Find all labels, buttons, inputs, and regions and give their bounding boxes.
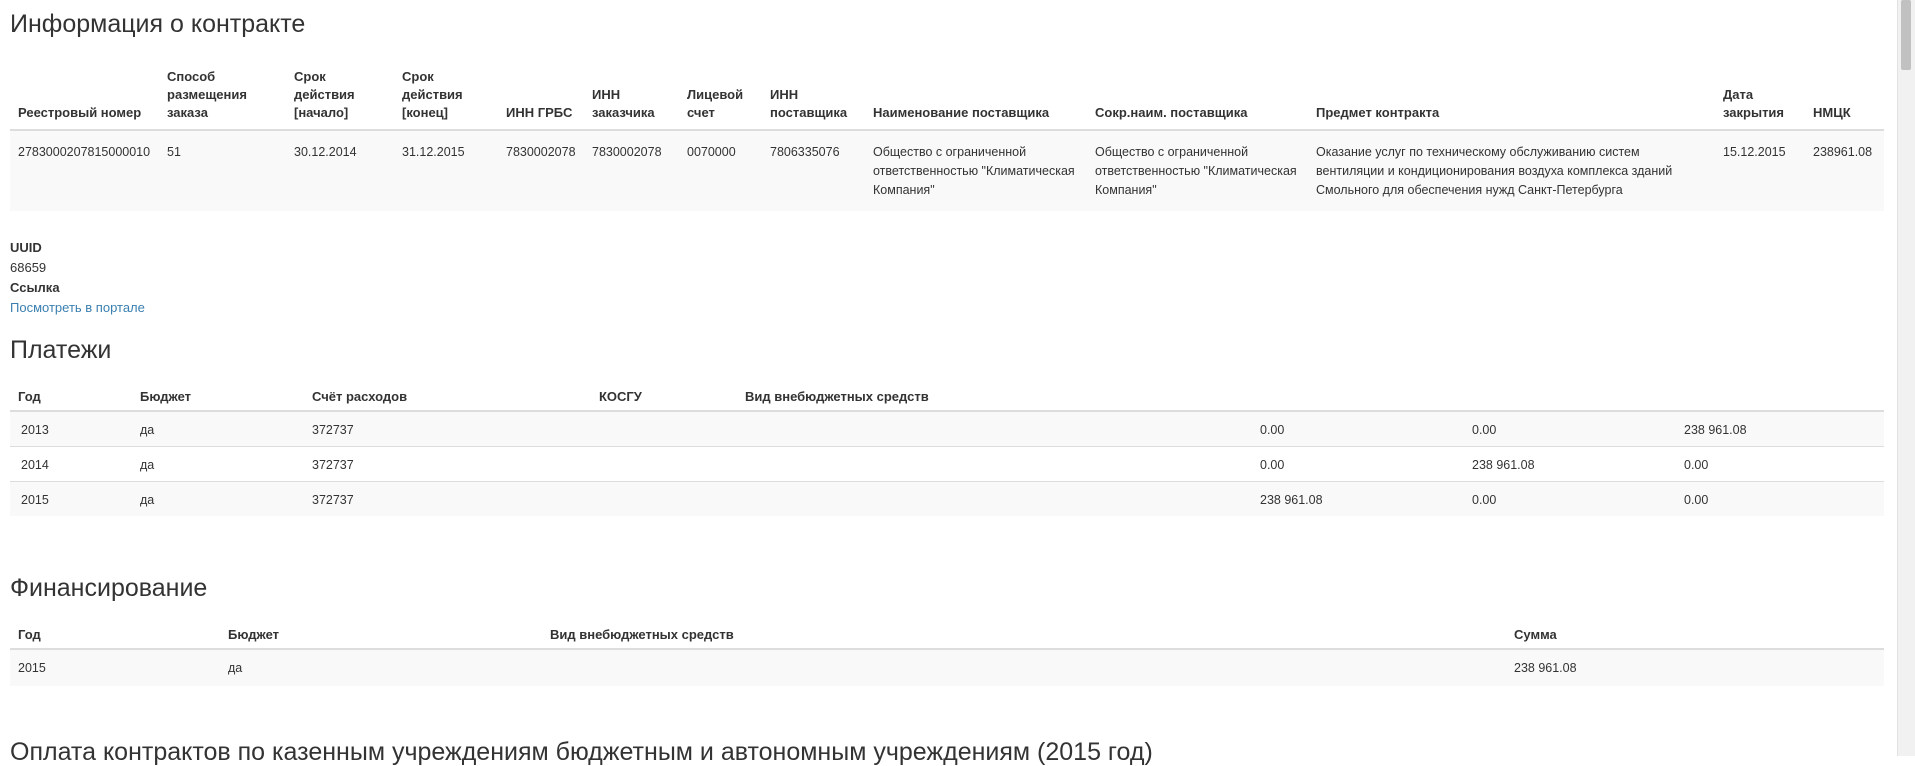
payments-title: Платежи — [10, 336, 112, 364]
col-header-subject: Предмет контракта — [1308, 58, 1715, 131]
cell-amount-2: 0.00 — [1464, 481, 1676, 516]
cell-amount-3: 238 961.08 — [1676, 410, 1884, 447]
cell-year: 2014 — [10, 446, 132, 482]
cell-supplier-short: Общество с ограниченной ответственностью… — [1087, 129, 1308, 211]
vertical-scrollbar[interactable] — [1897, 0, 1915, 756]
cell-kosgu — [591, 446, 737, 482]
uuid-value: 68659 — [10, 260, 47, 275]
cell-subject: Оказание услуг по техническому обслужива… — [1308, 129, 1715, 211]
cell-year: 2013 — [10, 410, 132, 447]
cell-expense-account: 372737 — [304, 481, 591, 516]
cell-extra-budget — [542, 648, 1506, 686]
cell-nmck: 238961.08 — [1805, 129, 1884, 211]
uuid-label: UUID — [10, 240, 42, 255]
cell-budget: да — [132, 410, 304, 447]
cell-close-date: 15.12.2015 — [1715, 129, 1805, 211]
cell-inn-grbs: 7830002078 — [498, 129, 584, 211]
col-header-start: Срок действия [начало] — [286, 58, 394, 131]
col-header-extra-budget: Вид внебюджетных средств — [737, 378, 1252, 412]
col-header-nmck: НМЦК — [1805, 58, 1884, 131]
table-row: 2015 да 238 961.08 — [10, 648, 1884, 686]
col-header-empty-3 — [1676, 378, 1884, 412]
cell-expense-account: 372737 — [304, 410, 591, 447]
contract-table: Реестровый номер Способ размещения заказ… — [10, 58, 1884, 211]
table-row: 2015 да 372737 238 961.08 0.00 0.00 — [10, 481, 1884, 516]
cell-account: 0070000 — [679, 129, 762, 211]
cell-year: 2015 — [10, 481, 132, 516]
cell-amount-2: 0.00 — [1464, 410, 1676, 447]
cell-inn-customer: 7830002078 — [584, 129, 679, 211]
contract-payments-section-title: Оплата контрактов по казенным учреждения… — [10, 738, 1153, 766]
col-header-close-date: Дата закрытия — [1715, 58, 1805, 131]
cell-reg-num: 2783000207815000010 — [10, 129, 159, 211]
cell-amount-2: 238 961.08 — [1464, 446, 1676, 482]
cell-kosgu — [591, 481, 737, 516]
funding-title: Финансирование — [10, 574, 208, 602]
col-header-reg-num: Реестровый номер — [10, 58, 159, 131]
cell-method: 51 — [159, 129, 286, 211]
cell-extra-budget — [737, 410, 1252, 447]
cell-sum: 238 961.08 — [1506, 648, 1884, 686]
table-row: 2783000207815000010 51 30.12.2014 31.12.… — [10, 129, 1884, 211]
col-header-year: Год — [10, 616, 220, 650]
col-header-inn-grbs: ИНН ГРБС — [498, 58, 584, 131]
cell-expense-account: 372737 — [304, 446, 591, 482]
contract-info-title: Информация о контракте — [10, 10, 306, 38]
payments-table: Год Бюджет Счёт расходов КОСГУ Вид внебю… — [10, 378, 1884, 516]
col-header-method: Способ размещения заказа — [159, 58, 286, 131]
cell-supplier-name: Общество с ограниченной ответственностью… — [865, 129, 1087, 211]
cell-start: 30.12.2014 — [286, 129, 394, 211]
funding-header-row: Год Бюджет Вид внебюджетных средств Сумм… — [10, 616, 1884, 650]
table-row: 2013 да 372737 0.00 0.00 238 961.08 — [10, 410, 1884, 447]
scrollbar-thumb[interactable] — [1901, 0, 1911, 70]
cell-extra-budget — [737, 481, 1252, 516]
funding-table: Год Бюджет Вид внебюджетных средств Сумм… — [10, 616, 1884, 686]
col-header-inn-customer: ИНН заказчика — [584, 58, 679, 131]
cell-amount-1: 0.00 — [1252, 446, 1464, 482]
cell-amount-3: 0.00 — [1676, 446, 1884, 482]
cell-year: 2015 — [10, 648, 220, 686]
cell-extra-budget — [737, 446, 1252, 482]
col-header-supplier-name: Наименование поставщика — [865, 58, 1087, 131]
contract-meta: UUID 68659 Ссылка Посмотреть в портале — [10, 238, 145, 318]
col-header-budget: Бюджет — [220, 616, 542, 650]
col-header-empty-1 — [1252, 378, 1464, 412]
cell-amount-3: 0.00 — [1676, 481, 1884, 516]
cell-budget: да — [220, 648, 542, 686]
col-header-year: Год — [10, 378, 132, 412]
cell-amount-1: 0.00 — [1252, 410, 1464, 447]
col-header-expense-account: Счёт расходов — [304, 378, 591, 412]
col-header-inn-supplier: ИНН поставщика — [762, 58, 865, 131]
col-header-account: Лицевой счет — [679, 58, 762, 131]
col-header-supplier-short: Сокр.наим. поставщика — [1087, 58, 1308, 131]
link-label: Ссылка — [10, 280, 60, 295]
portal-link[interactable]: Посмотреть в портале — [10, 300, 145, 315]
col-header-sum: Сумма — [1506, 616, 1884, 650]
cell-inn-supplier: 7806335076 — [762, 129, 865, 211]
payments-header-row: Год Бюджет Счёт расходов КОСГУ Вид внебю… — [10, 378, 1884, 412]
col-header-extra-budget: Вид внебюджетных средств — [542, 616, 1506, 650]
col-header-kosgu: КОСГУ — [591, 378, 737, 412]
cell-kosgu — [591, 410, 737, 447]
cell-budget: да — [132, 446, 304, 482]
contract-header-row: Реестровый номер Способ размещения заказ… — [10, 58, 1884, 131]
cell-budget: да — [132, 481, 304, 516]
cell-amount-1: 238 961.08 — [1252, 481, 1464, 516]
col-header-empty-2 — [1464, 378, 1676, 412]
col-header-end: Срок действия [конец] — [394, 58, 498, 131]
col-header-budget: Бюджет — [132, 378, 304, 412]
table-row: 2014 да 372737 0.00 238 961.08 0.00 — [10, 446, 1884, 482]
cell-end: 31.12.2015 — [394, 129, 498, 211]
